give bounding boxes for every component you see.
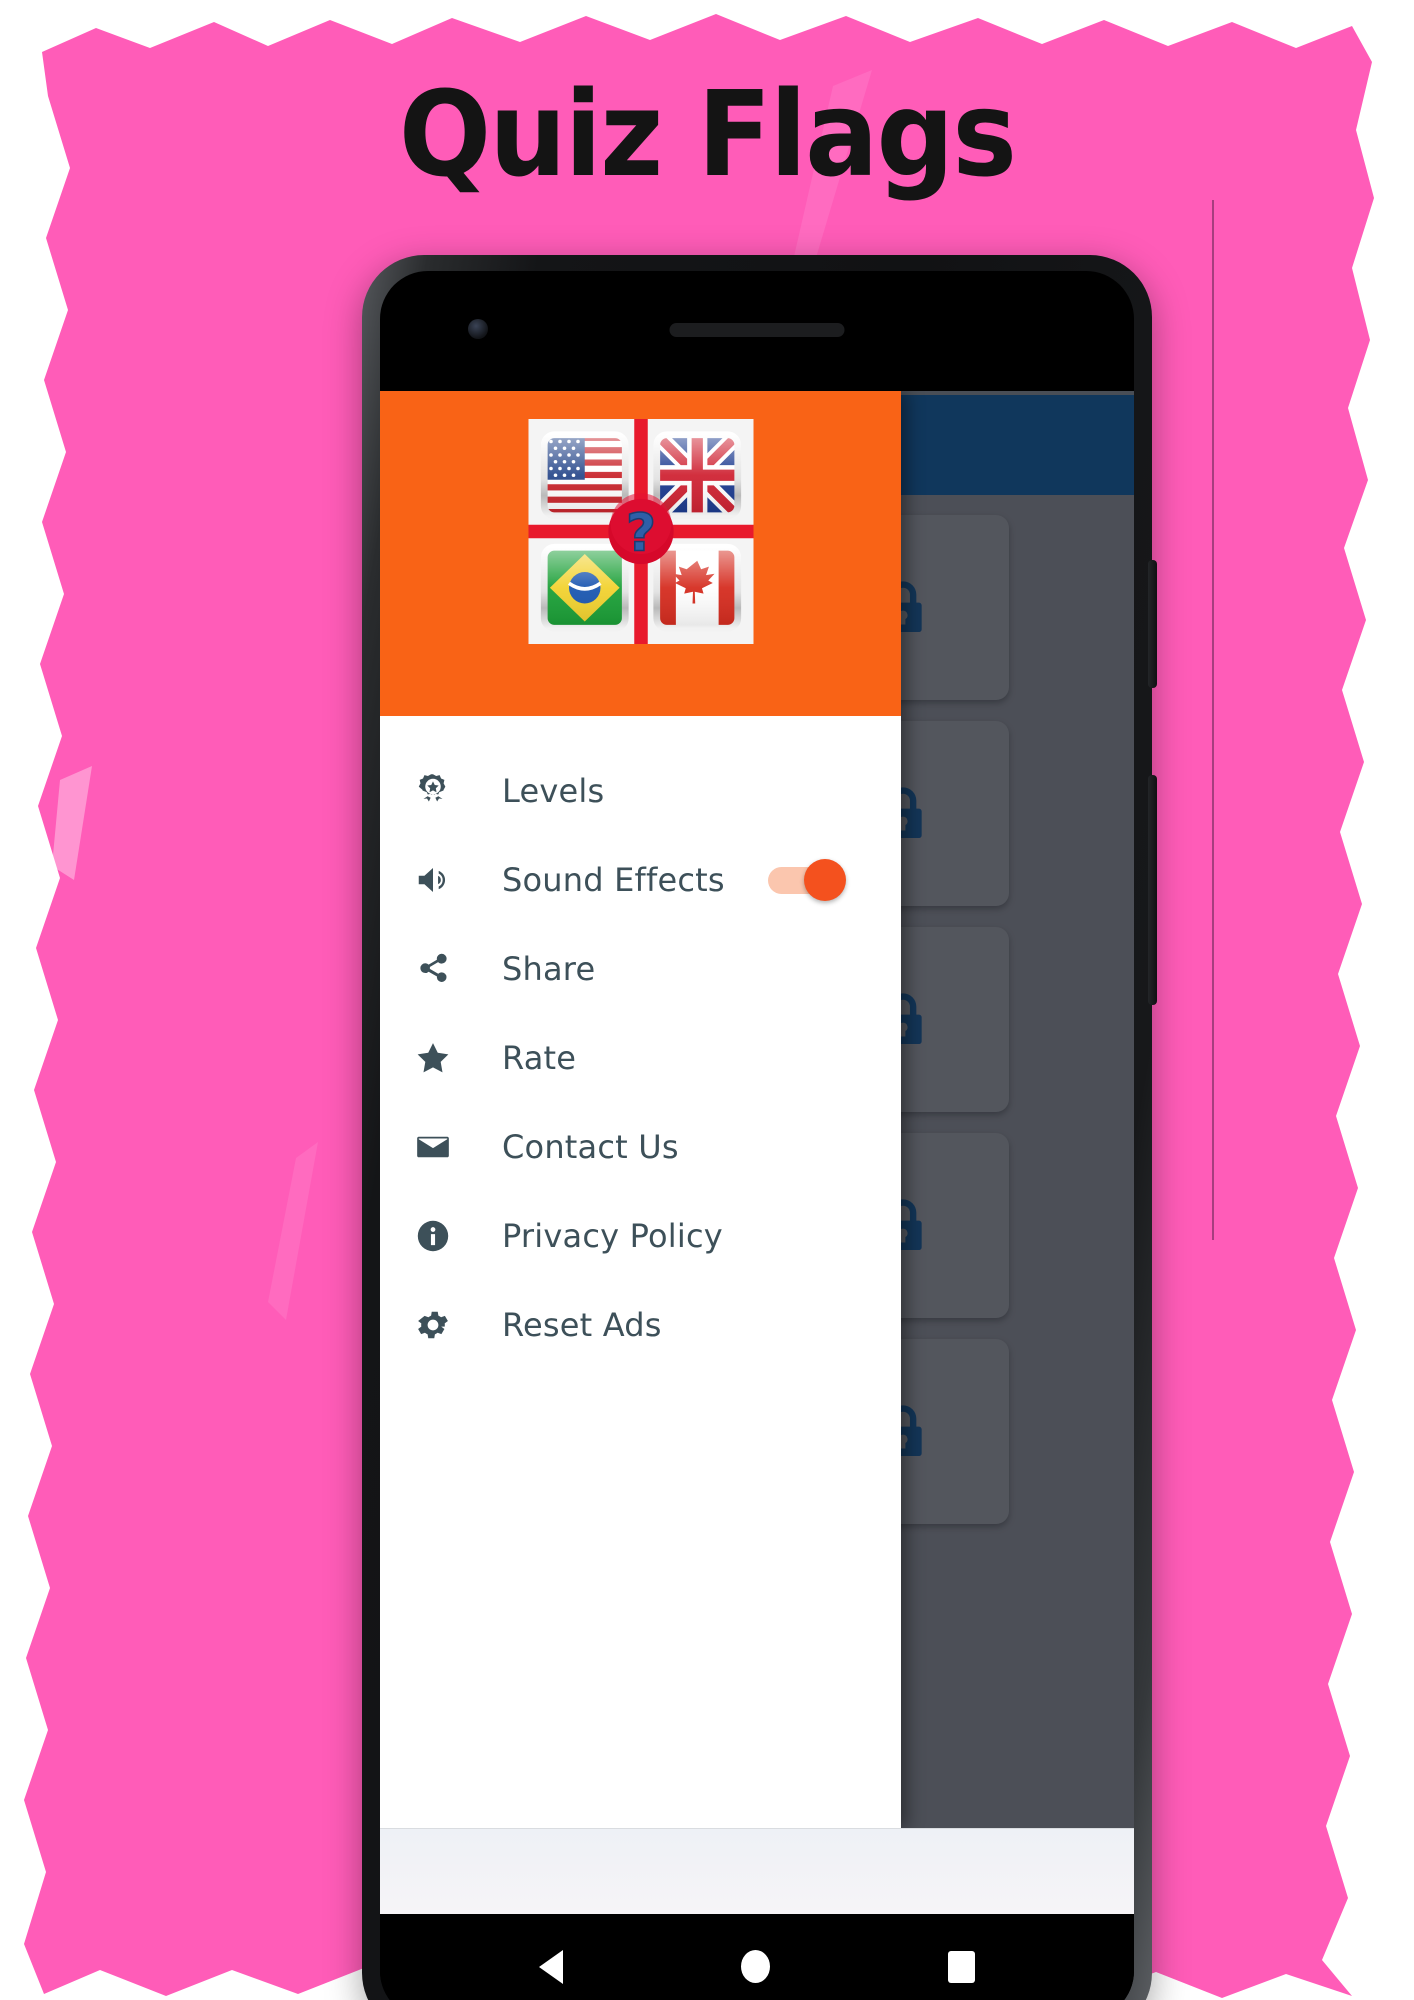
drawer-item-label: Rate bbox=[502, 1038, 577, 1077]
recents-square-icon[interactable] bbox=[948, 1950, 975, 1983]
drawer-item-levels[interactable]: Levels bbox=[380, 746, 901, 835]
drawer-item-label: Levels bbox=[502, 771, 605, 810]
drawer-item-contact-us[interactable]: Contact Us bbox=[380, 1102, 901, 1191]
info-circle-icon bbox=[414, 1217, 474, 1255]
drawer-item-label: Contact Us bbox=[502, 1127, 679, 1166]
gear-icon bbox=[414, 1306, 474, 1344]
share-icon bbox=[414, 950, 474, 988]
drawer-item-label: Privacy Policy bbox=[502, 1216, 723, 1255]
camera-dot-icon bbox=[468, 319, 488, 339]
phone-screen-frame: ? Levels Sound Effects Share Rate Contac… bbox=[380, 271, 1134, 2000]
drawer-item-label: Sound Effects bbox=[502, 860, 725, 899]
star-icon bbox=[414, 1039, 474, 1077]
svg-text:?: ? bbox=[625, 504, 655, 564]
phone-mockup: ? Levels Sound Effects Share Rate Contac… bbox=[362, 200, 1214, 2000]
home-circle-icon[interactable] bbox=[741, 1950, 770, 1983]
drawer-item-privacy-policy[interactable]: Privacy Policy bbox=[380, 1191, 901, 1280]
drawer-item-rate[interactable]: Rate bbox=[380, 1013, 901, 1102]
page-title: Quiz Flags bbox=[398, 65, 1017, 203]
sound-effects-toggle[interactable] bbox=[768, 858, 846, 901]
drawer-item-label: Reset Ads bbox=[502, 1305, 662, 1344]
phone-seam-line bbox=[1212, 200, 1214, 1240]
toggle-thumb bbox=[804, 858, 846, 901]
drawer-header: ? bbox=[380, 391, 901, 716]
navigation-drawer: ? Levels Sound Effects Share Rate Contac… bbox=[380, 391, 901, 1829]
quiz-flags-logo: ? bbox=[528, 419, 753, 644]
phone-volume-button[interactable] bbox=[1148, 775, 1157, 1005]
drawer-item-share[interactable]: Share bbox=[380, 924, 901, 1013]
back-triangle-icon[interactable] bbox=[539, 1949, 563, 1984]
drawer-item-label: Share bbox=[502, 949, 596, 988]
speaker-grille-icon bbox=[669, 323, 845, 337]
envelope-icon bbox=[414, 1128, 474, 1166]
ad-banner[interactable] bbox=[380, 1828, 1134, 1914]
drawer-item-reset-ads[interactable]: Reset Ads bbox=[380, 1280, 901, 1369]
volume-up-icon bbox=[414, 861, 474, 899]
phone-power-button[interactable] bbox=[1148, 560, 1157, 688]
drawer-menu-list: Levels Sound Effects Share Rate Contact … bbox=[380, 716, 901, 1829]
poster-stage: Quiz Flags ? Levels Sound Effects Share … bbox=[0, 0, 1414, 2000]
app-screen: ? Levels Sound Effects Share Rate Contac… bbox=[380, 391, 1134, 1829]
award-ribbon-icon bbox=[414, 772, 474, 810]
drawer-item-sound-effects[interactable]: Sound Effects bbox=[380, 835, 901, 924]
system-navigation-bar bbox=[380, 1914, 1134, 2000]
